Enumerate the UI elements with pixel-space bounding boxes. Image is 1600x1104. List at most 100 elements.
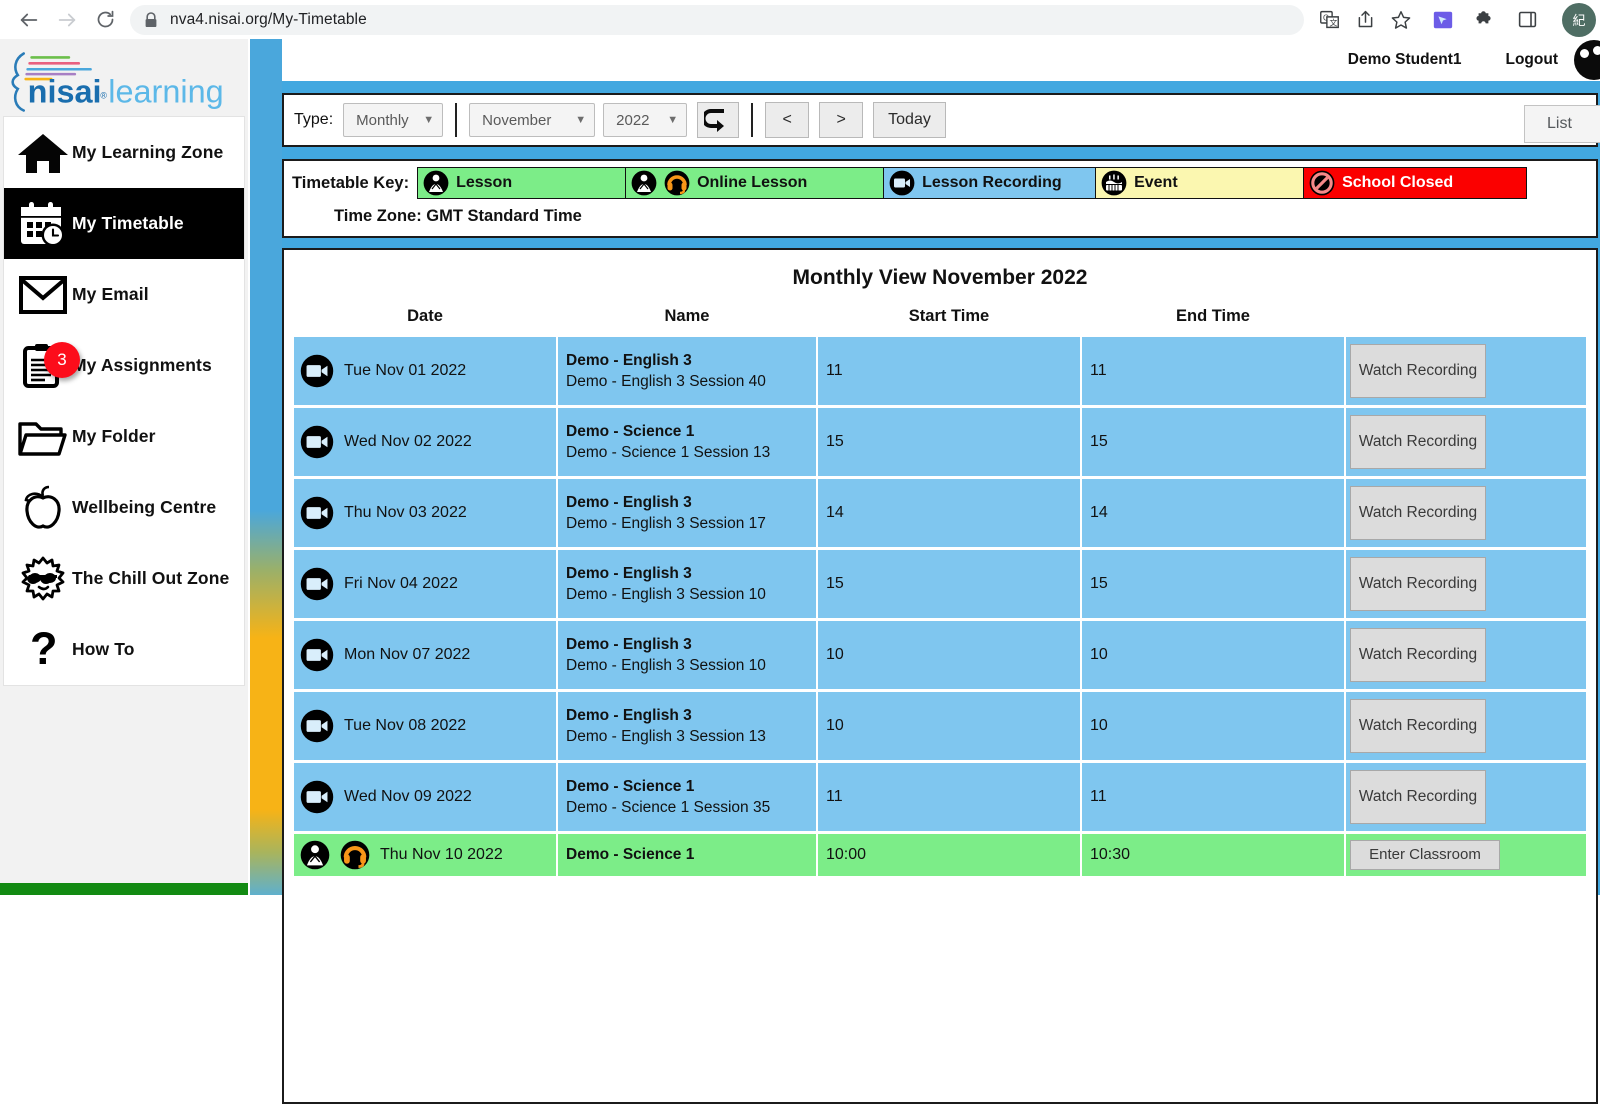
cell-start-time: 14 [818,479,1080,547]
svg-text:®: ® [100,90,107,100]
reload-icon[interactable] [86,1,124,39]
video-camera-icon [300,709,334,743]
timetable-key-items: Lesson Online Lesson [417,167,1527,199]
sidebar-item-my-assignments[interactable]: 3 My Assignments [4,330,244,401]
lesson-session: Demo - English 3 Session 17 [566,513,808,534]
sidebar-item-my-folder[interactable]: My Folder [4,401,244,472]
lesson-name: Demo - English 3 [566,563,808,584]
key-item-label: School Closed [1342,174,1453,192]
watch-recording-button[interactable]: Watch Recording [1350,557,1486,611]
view-type-select[interactable]: Monthly ▼ [343,103,443,137]
assignments-badge: 3 [44,342,80,378]
logout-link[interactable]: Logout [1505,51,1558,69]
cell-date: Tue Nov 01 2022 [294,337,556,405]
accent-gradient-strip [250,39,282,895]
sidebar-item-how-to[interactable]: ? How To [4,614,244,685]
timetable-panel: Monthly View November 2022 Date Name Sta… [282,248,1598,1104]
sidebar-item-the-chill-out-zone[interactable]: The Chill Out Zone [4,543,244,614]
timetable-rows: Tue Nov 01 2022Demo - English 3Demo - En… [294,337,1586,876]
date-text: Thu Nov 03 2022 [344,504,467,522]
teacher-icon [300,840,330,870]
side-panel-extension-icon[interactable] [1424,1,1462,39]
cell-name: Demo - English 3Demo - English 3 Session… [558,550,816,618]
watch-recording-button[interactable]: Watch Recording [1350,699,1486,753]
list-select[interactable]: List [1524,105,1600,143]
share-icon[interactable] [1348,3,1382,37]
key-item-event: Event [1096,168,1304,198]
nisai-learning-logo[interactable]: nisai ® learning [0,39,248,116]
watch-recording-button[interactable]: Watch Recording [1350,628,1486,682]
lesson-session: Demo - English 3 Session 13 [566,726,808,747]
refresh-button[interactable] [697,102,739,138]
page-root: nisai ® learning My Learning Zone [0,39,1600,895]
video-camera-icon [300,425,334,459]
sidebar-item-label: How To [72,639,134,660]
cell-start-time: 10 [818,692,1080,760]
sidebar-item-label: My Email [72,284,149,305]
sidebar-item-label: My Assignments [72,355,212,376]
sidebar-item-my-learning-zone[interactable]: My Learning Zone [4,117,244,188]
timetable-toolbar: Type: Monthly ▼ November ▼ 2022 ▼ [282,93,1598,147]
cell-date: Thu Nov 03 2022 [294,479,556,547]
cell-date: Wed Nov 09 2022 [294,763,556,831]
video-camera-icon [300,638,334,672]
timetable-key-title: Timetable Key: [292,174,409,193]
lesson-session: Demo - Science 1 Session 35 [566,797,808,818]
column-header-end-time: End Time [1082,307,1344,334]
watch-recording-button[interactable]: Watch Recording [1350,770,1486,824]
side-panel-icon[interactable] [1508,1,1546,39]
cell-name: Demo - Science 1 [558,834,816,876]
cell-start-time: 15 [818,550,1080,618]
column-header-action [1346,307,1586,334]
month-select[interactable]: November ▼ [469,103,595,137]
lesson-name: Demo - English 3 [566,705,808,726]
watch-recording-button[interactable]: Watch Recording [1350,344,1486,398]
key-item-label: Online Lesson [697,174,807,192]
sidebar-item-wellbeing-centre[interactable]: Wellbeing Centre [4,472,244,543]
puzzle-icon[interactable] [1466,1,1504,39]
video-camera-icon [300,780,334,814]
list-select-value: List [1547,115,1572,133]
date-text: Mon Nov 07 2022 [344,646,470,664]
cell-date: Fri Nov 04 2022 [294,550,556,618]
cell-action: Watch Recording [1346,692,1586,760]
forward-arrow-icon[interactable] [48,1,86,39]
enter-classroom-button[interactable]: Enter Classroom [1350,840,1500,870]
back-arrow-icon[interactable] [10,1,48,39]
table-row: Wed Nov 09 2022Demo - Science 1Demo - Sc… [294,763,1586,831]
sidebar-item-my-timetable[interactable]: My Timetable [4,188,244,259]
cell-name: Demo - English 3Demo - English 3 Session… [558,337,816,405]
current-user-name: Demo Student1 [1348,51,1462,69]
profile-avatar[interactable]: 紀 [1562,3,1596,37]
table-row: Tue Nov 08 2022Demo - English 3Demo - En… [294,692,1586,760]
timezone-label: Time Zone: GMT Standard Time [284,199,1596,228]
cell-name: Demo - English 3Demo - English 3 Session… [558,621,816,689]
address-bar[interactable]: nva4.nisai.org/My-Timetable [130,5,1304,35]
sidebar-item-label: My Learning Zone [72,142,223,163]
lesson-name: Demo - Science 1 [566,844,808,865]
cell-name: Demo - English 3Demo - English 3 Session… [558,479,816,547]
year-select[interactable]: 2022 ▼ [603,103,687,137]
star-icon[interactable] [1384,3,1418,37]
watch-recording-button[interactable]: Watch Recording [1350,415,1486,469]
table-row: Wed Nov 02 2022Demo - Science 1Demo - Sc… [294,408,1586,476]
question-mark-icon: ? [14,624,72,676]
cell-date: Thu Nov 10 2022 [294,834,556,876]
sidebar: nisai ® learning My Learning Zone [0,39,248,895]
next-button[interactable]: > [819,102,863,138]
user-avatar-icon[interactable] [1574,40,1600,80]
lesson-session: Demo - English 3 Session 10 [566,584,808,605]
cell-action: Enter Classroom [1346,834,1586,876]
sidebar-item-my-email[interactable]: My Email [4,259,244,330]
cell-name: Demo - English 3Demo - English 3 Session… [558,692,816,760]
watch-recording-button[interactable]: Watch Recording [1350,486,1486,540]
chevron-down-icon: ▼ [575,114,586,126]
sidebar-item-label: My Folder [72,426,156,447]
prev-button[interactable]: < [765,102,809,138]
video-camera-icon [300,496,334,530]
cell-date: Mon Nov 07 2022 [294,621,556,689]
calendar-clock-icon [14,198,72,250]
headset-icon [340,840,370,870]
translate-icon[interactable]: G文 [1312,3,1346,37]
today-button[interactable]: Today [873,102,946,138]
